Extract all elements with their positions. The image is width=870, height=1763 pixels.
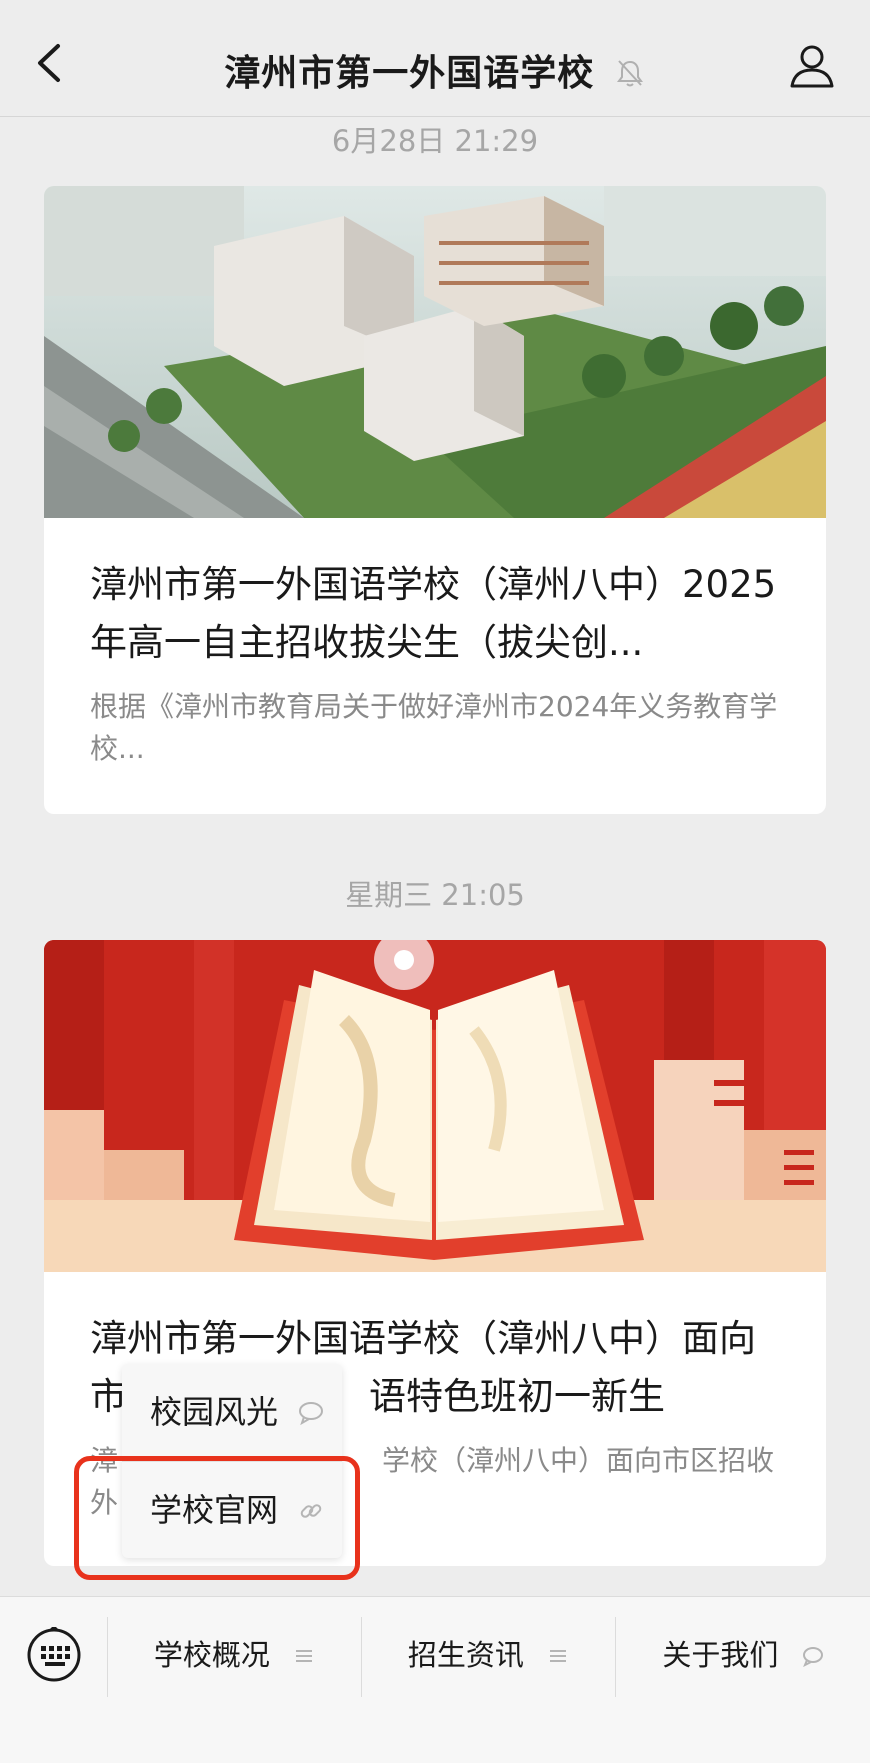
chat-bubble-icon: [299, 1402, 324, 1426]
article-cover-image: [44, 940, 826, 1272]
menu-button-label: 关于我们: [662, 1638, 779, 1672]
submenu-item-campus-scenery[interactable]: 校园风光: [122, 1364, 342, 1460]
menu-button-label: 学校概况: [153, 1638, 270, 1672]
account-name: 漳州市第一外国语学校: [224, 53, 595, 94]
chat-bubble-icon: [802, 1647, 823, 1667]
menu-button-admissions[interactable]: 招生资讯: [362, 1627, 615, 1683]
article-summary: 根据《漳州市教育局关于做好漳州市2024年义务教育学校...: [90, 690, 778, 765]
menu-button-school-overview[interactable]: 学校概况: [108, 1627, 361, 1683]
article-title-fragment: 语特色班初一新生: [369, 1375, 665, 1418]
highlight-box: [74, 1456, 360, 1580]
submenu-item-label: 校园风光: [150, 1393, 279, 1431]
person-icon[interactable]: [788, 42, 836, 90]
menu-button-about-us[interactable]: 关于我们: [616, 1627, 870, 1683]
page-title: 漳州市第一外国语学校: [0, 44, 870, 96]
menu-lines-icon: [550, 1650, 567, 1662]
top-bar: 漳州市第一外国语学校: [0, 0, 870, 117]
menu-lines-icon: [296, 1650, 313, 1662]
menu-button-label: 招生资讯: [407, 1638, 524, 1672]
article-title-line: 漳州市第一外国语学校（漳州八中）面向: [90, 1317, 756, 1360]
article-summary-fragment: 学校（漳州八中）面向市区招收: [382, 1444, 775, 1477]
message-timestamp: 星期三 21:05: [345, 878, 525, 912]
article-card[interactable]: 漳州市第一外国语学校（漳州八中）2025年高一自主招收拔尖生（拔尖创... 根据…: [44, 186, 826, 814]
article-title: 漳州市第一外国语学校（漳州八中）2025年高一自主招收拔尖生（拔尖创...: [90, 563, 777, 664]
message-timestamp: 6月28日 21:29: [331, 124, 539, 158]
article-cover-image: [44, 186, 826, 518]
bell-muted-icon: [616, 60, 643, 87]
bottom-menu-bar: 学校概况 招生资讯 关于我们: [0, 1596, 870, 1763]
keyboard-icon[interactable]: [26, 1627, 82, 1683]
